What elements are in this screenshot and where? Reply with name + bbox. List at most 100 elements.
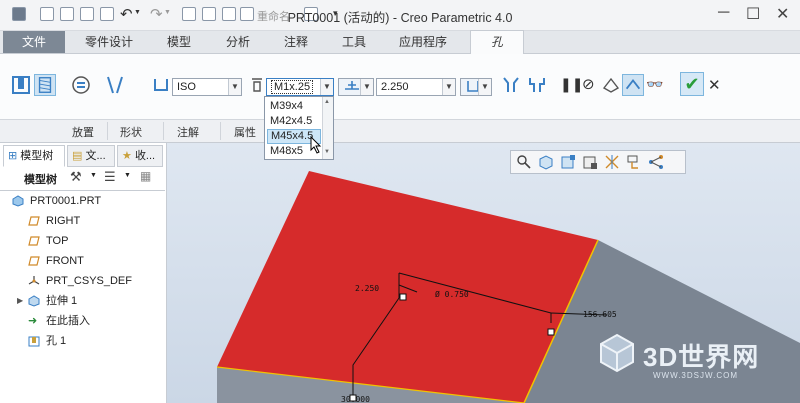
geometry-preview-icon[interactable] (600, 74, 622, 96)
scroll-down-icon[interactable]: ▼ (324, 149, 330, 155)
depth-option-select[interactable]: ▼ (338, 78, 374, 96)
group-divider (220, 122, 221, 140)
dimension-diameter-label[interactable]: Ø 0.750 (435, 290, 469, 299)
chevron-down-icon[interactable]: ▼ (90, 172, 97, 179)
drag-handle[interactable] (547, 328, 555, 336)
close-icon[interactable]: ✕ (776, 4, 789, 24)
tab-model-tree[interactable]: ⊞ 模型树 (3, 145, 65, 167)
folder-icon: ▤ (72, 150, 83, 162)
minimize-icon[interactable]: ─ (718, 4, 729, 22)
tree-item-extrude[interactable]: 拉伸 1 (28, 293, 78, 309)
tab-tools[interactable]: 工具 (326, 31, 382, 53)
cancel-icon[interactable]: ✕ (708, 76, 721, 94)
chevron-down-icon[interactable]: ▼ (478, 79, 491, 95)
group-properties[interactable]: 属性 (234, 124, 256, 140)
screw-size-dropdown-list[interactable]: M39x4 M42x4.5 M45x4.5 M48x5 ▲ ▼ (264, 96, 334, 160)
chevron-down-icon[interactable]: ▼ (442, 79, 455, 95)
feature-preview-icon[interactable] (622, 74, 644, 96)
dimension-left-label[interactable]: 2.250 (355, 284, 379, 293)
watermark-url: WWW.3DSJW.COM (653, 371, 738, 380)
tree-icon: ⊞ (8, 150, 18, 162)
tree-settings-icon[interactable]: ⚒ (70, 169, 82, 185)
dropdown-option[interactable]: M39x4 (267, 99, 324, 114)
dimension-bottom-label[interactable]: 30.000 (341, 395, 370, 403)
favorites-icon: ★ (122, 150, 132, 162)
tree-item-label: 拉伸 1 (46, 295, 78, 307)
tree-item-part[interactable]: PRT0001.PRT (12, 193, 101, 209)
show-columns-icon[interactable]: ☰ (104, 169, 116, 185)
no-preview-icon[interactable]: ⊘ (582, 75, 595, 93)
thread-standard-select[interactable]: ISO ▼ (172, 78, 242, 96)
screw-size-value[interactable]: M1x.25 (271, 80, 314, 94)
view-cube-icon[interactable] (538, 154, 554, 170)
tree-item-top[interactable]: TOP (28, 233, 69, 249)
tab-file[interactable]: 文件 (3, 31, 65, 53)
expand-arrow-icon[interactable]: ▶ (17, 296, 23, 305)
tab-annotate[interactable]: 注释 (268, 31, 324, 53)
insert-here-icon: ➜ (28, 315, 38, 327)
tab-hole[interactable]: 孔 (470, 30, 524, 55)
dropdown-scrollbar[interactable]: ▲ ▼ (322, 97, 333, 159)
tab-part-design[interactable]: 零件设计 (70, 31, 148, 53)
ok-checkmark-icon[interactable]: ✔ (680, 72, 704, 96)
annotation-display-icon[interactable] (626, 154, 642, 170)
tree-item-label: PRT_CSYS_DEF (46, 275, 132, 287)
graphics-viewport[interactable]: 2.250 Ø 0.750 156.605 30.000 3D世界网 WWW.3… (167, 143, 800, 403)
depth-value[interactable]: 2.250 (381, 81, 409, 93)
tab-folder-browser[interactable]: ▤ 文... (67, 145, 115, 167)
tab-favorites[interactable]: ★ 收... (117, 145, 163, 167)
chevron-down-icon[interactable]: ▼ (124, 172, 131, 179)
tree-item-label: TOP (46, 235, 69, 247)
extrude-icon (28, 295, 40, 307)
counterbore-icon[interactable] (526, 74, 548, 96)
spin-center-icon[interactable] (648, 154, 664, 170)
group-shape[interactable]: 形状 (120, 124, 142, 140)
group-placement[interactable]: 放置 (72, 124, 94, 140)
drag-handle[interactable] (399, 293, 407, 301)
model-tree-menu-label[interactable]: 模型树 (24, 171, 57, 187)
standard-hole-icon[interactable] (34, 74, 56, 96)
tree-filter-icon[interactable]: ▦ (140, 169, 151, 183)
watermark-logo-icon (600, 333, 634, 373)
chevron-down-icon[interactable]: ▼ (320, 79, 333, 95)
hole-icon (28, 336, 40, 347)
ribbon-group-bar: 放置 形状 注解 属性 (0, 120, 800, 143)
divider (0, 190, 165, 191)
tab-applications[interactable]: 应用程序 (384, 31, 462, 53)
blind-depth-icon (345, 81, 359, 90)
tree-item-right[interactable]: RIGHT (28, 213, 81, 229)
scroll-up-icon[interactable]: ▲ (324, 99, 330, 105)
screw-size-select[interactable]: M1x.25 ▼ (266, 78, 334, 96)
depth-value-input[interactable]: 2.250 ▼ (376, 78, 456, 96)
chevron-down-icon[interactable]: ▼ (228, 79, 241, 95)
tree-item-label: FRONT (46, 255, 84, 267)
saved-views-icon[interactable] (582, 154, 598, 170)
refit-zoom-icon[interactable] (516, 154, 532, 170)
graphics-toolbar (510, 150, 686, 174)
hole-profile-select[interactable]: ▼ (460, 78, 492, 96)
tree-item-insert-here[interactable]: ➜ 在此插入 (28, 313, 90, 329)
display-style-icon[interactable] (560, 154, 576, 170)
simple-hole-icon[interactable] (10, 74, 32, 96)
hole-ribbon: ISO ▼ M1x.25 ▼ ▼ 2.250 ▼ ▼ ❚❚ ⊘ 👓 ✔ ✕ (0, 54, 800, 120)
dropdown-option[interactable]: M42x4.5 (267, 114, 324, 129)
dimension-right-label[interactable]: 156.605 (583, 310, 617, 319)
tree-item-label: 孔 1 (46, 335, 67, 347)
tab-model[interactable]: 模型 (150, 31, 208, 53)
tree-item-hole[interactable]: 孔 1 (28, 333, 67, 349)
tree-item-csys[interactable]: PRT_CSYS_DEF (28, 273, 132, 289)
tab-analysis[interactable]: 分析 (210, 31, 266, 53)
pause-icon[interactable]: ❚❚ (560, 76, 583, 93)
tapped-hole-icon[interactable] (70, 74, 92, 96)
group-note[interactable]: 注解 (177, 124, 199, 140)
csys-icon (28, 276, 40, 285)
mouse-cursor-icon (310, 136, 322, 154)
chevron-down-icon[interactable]: ▼ (360, 79, 373, 95)
tree-item-label: RIGHT (46, 215, 81, 227)
countersink-icon[interactable] (500, 74, 522, 96)
datum-display-icon[interactable] (604, 154, 620, 170)
tapered-hole-icon[interactable] (104, 74, 126, 96)
tree-item-front[interactable]: FRONT (28, 253, 84, 269)
maximize-icon[interactable]: ☐ (746, 4, 760, 24)
verify-glasses-icon[interactable]: 👓 (646, 76, 663, 93)
